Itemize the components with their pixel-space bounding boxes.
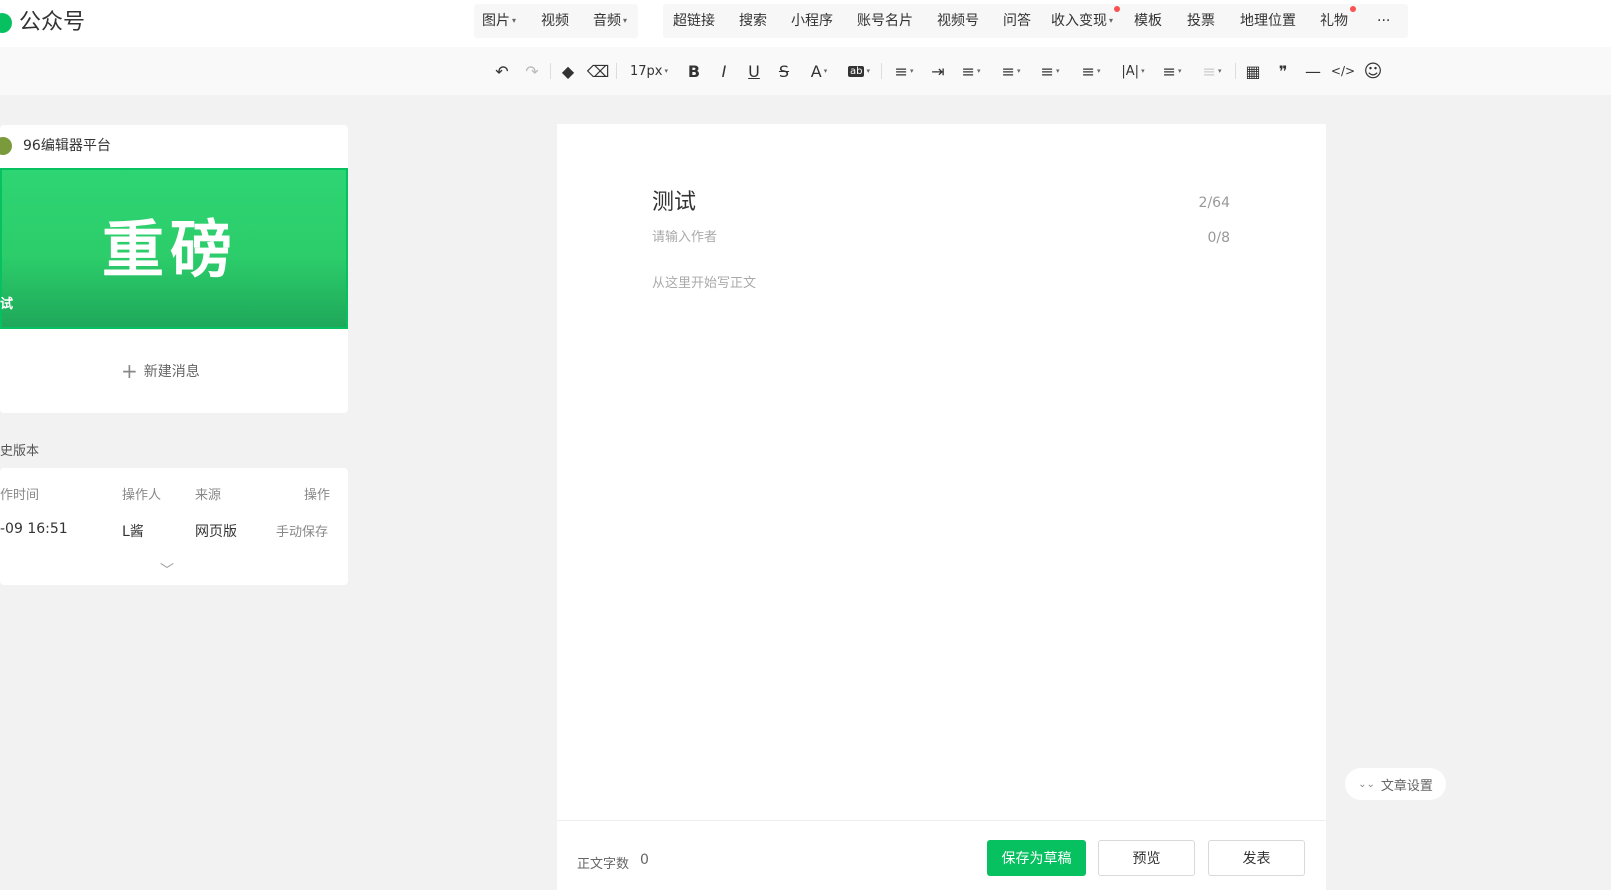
indent-icon[interactable]: ⇥ xyxy=(927,60,949,82)
emoji-icon[interactable]: ☺ xyxy=(1362,60,1384,82)
history-cell-time: -09 16:51 xyxy=(0,521,68,537)
brand-name: 公众号 xyxy=(19,10,86,35)
account-name: 96编辑器平台 xyxy=(23,138,111,154)
double-chevron-down-icon: ⌄⌄ xyxy=(1358,778,1375,790)
notification-badge xyxy=(1114,6,1120,12)
quote-icon[interactable]: ❞ xyxy=(1272,60,1294,82)
history-header-operator: 操作人 xyxy=(122,488,162,503)
chevron-down-icon: ▾ xyxy=(823,67,828,75)
article-title[interactable]: 测试 xyxy=(652,188,696,218)
clear-format-icon[interactable]: ⌫ xyxy=(587,60,610,82)
plus-icon: + xyxy=(121,359,138,383)
divider xyxy=(1235,63,1236,79)
chevron-down-icon: ▾ xyxy=(976,67,981,75)
menu-gift[interactable]: 礼物 xyxy=(1320,4,1348,38)
strikethrough-icon[interactable]: S xyxy=(773,60,795,82)
table-icon[interactable]: ▦ xyxy=(1242,60,1264,82)
menu-mini-program[interactable]: 小程序 xyxy=(791,4,833,38)
chevron-down-icon: ▾ xyxy=(623,16,628,25)
letter-spacing-icon[interactable]: |A| ▾ xyxy=(1118,60,1148,82)
align-icon[interactable]: ≡ ▾ xyxy=(890,60,918,82)
author-char-count: 0/8 xyxy=(1207,230,1230,246)
chevron-down-icon: ▾ xyxy=(512,16,517,25)
history-cell-source: 网页版 xyxy=(195,524,237,540)
preview-button[interactable]: 预览 xyxy=(1098,840,1195,876)
chevron-down-icon: ▾ xyxy=(1217,67,1222,75)
format-painter-icon[interactable]: ◆ xyxy=(557,60,579,82)
save-draft-button[interactable]: 保存为草稿 xyxy=(987,840,1086,876)
new-message-button[interactable]: + 新建消息 xyxy=(121,360,200,383)
chevron-down-icon: ▾ xyxy=(1177,67,1182,75)
chevron-down-icon: ▾ xyxy=(1096,67,1101,75)
menu-hyperlink[interactable]: 超链接 xyxy=(673,4,715,38)
menu-search[interactable]: 搜索 xyxy=(739,4,767,38)
chevron-down-icon: ▾ xyxy=(1016,67,1021,75)
chevron-down-icon: ▾ xyxy=(1055,67,1060,75)
bullet-list-icon[interactable]: ≡ ▾ xyxy=(1158,60,1186,82)
underline-icon[interactable]: U xyxy=(743,60,765,82)
chevron-down-icon: ▾ xyxy=(866,67,870,75)
article-settings-button[interactable]: ⌄⌄ 文章设置 xyxy=(1345,768,1446,800)
divider xyxy=(881,63,882,79)
paragraph-indent-icon[interactable]: ≡ ▾ xyxy=(957,60,985,82)
notification-badge xyxy=(1350,6,1356,12)
menu-audio[interactable]: 音频 ▾ xyxy=(593,4,627,38)
horizontal-rule-icon[interactable]: — xyxy=(1302,60,1324,82)
font-size-select[interactable]: 17px ▾ xyxy=(626,60,672,82)
list-indent-icon[interactable]: ≡ ▾ xyxy=(1077,60,1105,82)
chevron-down-icon: ▾ xyxy=(1109,16,1114,25)
redo-icon[interactable]: ↷ xyxy=(521,60,543,82)
code-icon[interactable]: </> xyxy=(1331,60,1355,82)
title-char-count: 2/64 xyxy=(1198,195,1230,211)
undo-icon[interactable]: ↶ xyxy=(491,60,513,82)
history-header-action: 操作 xyxy=(304,488,331,503)
italic-icon[interactable]: I xyxy=(713,60,735,82)
word-count-value: 0 xyxy=(640,852,649,868)
publish-button[interactable]: 发表 xyxy=(1208,840,1305,876)
divider xyxy=(550,63,551,79)
body-editor[interactable]: 从这里开始写正文 xyxy=(652,272,756,291)
paragraph-spacing-icon[interactable]: ≡ ▾ xyxy=(1036,60,1064,82)
word-count-label: 正文字数 xyxy=(577,857,630,872)
cover-caption: 试 xyxy=(0,297,14,312)
cover-title: 重磅 xyxy=(101,213,238,286)
menu-channels[interactable]: 视频号 xyxy=(937,4,979,38)
line-height-icon[interactable]: ≡ ▾ xyxy=(997,60,1025,82)
history-cell-operator: L酱 xyxy=(122,524,144,540)
menu-image[interactable]: 图片 ▾ xyxy=(482,4,516,38)
menu-template[interactable]: 模板 xyxy=(1134,4,1162,38)
tools-menu-group xyxy=(663,4,1408,38)
background-color-icon[interactable]: ab ▾ xyxy=(843,60,875,82)
more-icon[interactable]: ··· xyxy=(1377,4,1390,38)
bold-icon[interactable]: B xyxy=(683,60,705,82)
author-input[interactable] xyxy=(652,230,1152,245)
menu-qa[interactable]: 问答 xyxy=(1003,4,1031,38)
history-header-time: 作时间 xyxy=(0,488,40,503)
image-float-icon[interactable]: ≡ ▾ xyxy=(1198,60,1226,82)
chevron-down-icon[interactable]: ﹀ xyxy=(160,560,174,580)
font-color-icon[interactable]: A ▾ xyxy=(805,60,833,82)
divider xyxy=(616,63,617,79)
chevron-down-icon: ▾ xyxy=(909,67,914,75)
chevron-down-icon: ▾ xyxy=(664,67,668,75)
history-header-source: 来源 xyxy=(195,488,222,503)
menu-account-card[interactable]: 账号名片 xyxy=(857,4,913,38)
menu-video[interactable]: 视频 xyxy=(541,4,569,38)
history-cell-action[interactable]: 手动保存 xyxy=(276,521,328,540)
chevron-down-icon: ▾ xyxy=(1141,67,1145,75)
menu-monetize[interactable]: 收入变现 ▾ xyxy=(1051,4,1113,38)
menu-location[interactable]: 地理位置 xyxy=(1240,4,1296,38)
history-title: 史版本 xyxy=(0,444,40,459)
divider xyxy=(557,820,1326,821)
menu-vote[interactable]: 投票 xyxy=(1187,4,1215,38)
